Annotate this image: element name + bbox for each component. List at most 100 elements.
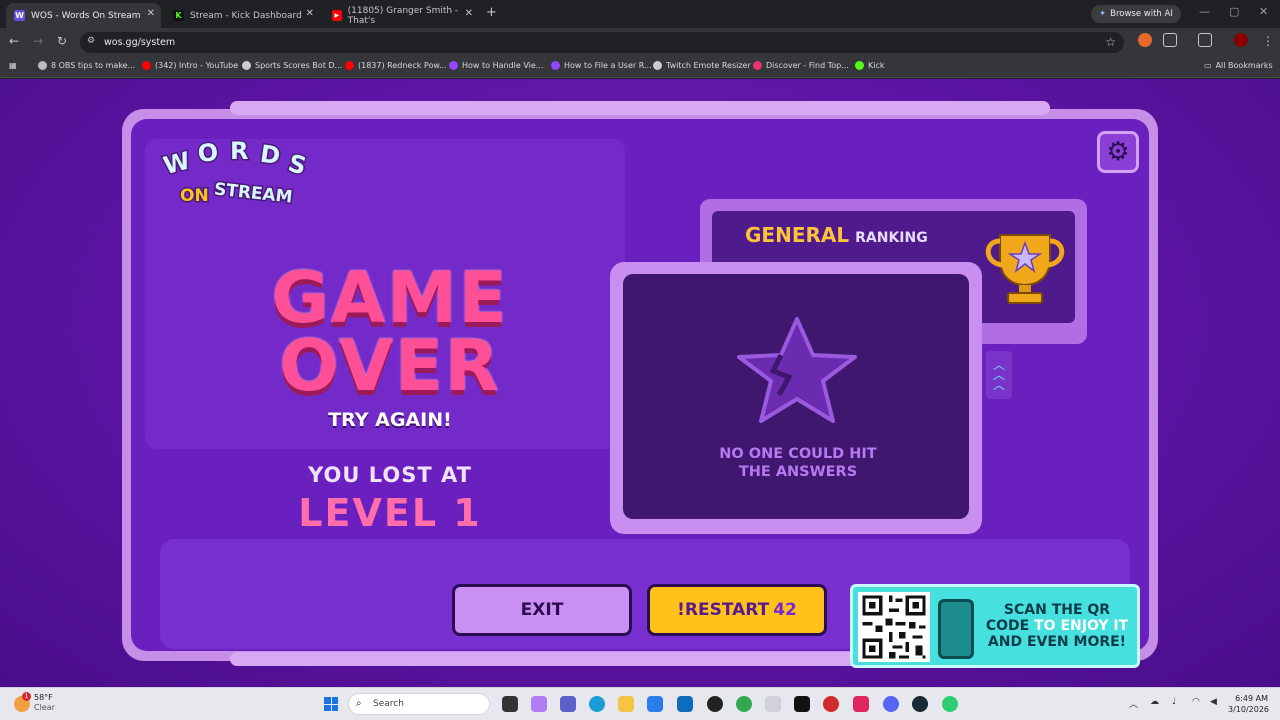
search-icon: ⌕ [356,698,362,709]
app-icon[interactable] [942,696,958,712]
try-again-text: TRY AGAIN! [328,409,452,431]
bookmark-item[interactable]: Kick [855,61,885,70]
forward-icon[interactable]: → [33,34,43,48]
minimize-icon[interactable]: — [1199,5,1210,18]
apps-grid-icon[interactable]: ▦ [9,61,17,70]
youtube-icon [345,61,354,70]
extension-icon[interactable] [1138,33,1152,47]
wifi-icon[interactable]: ◠ [1192,697,1200,707]
start-button[interactable] [324,697,338,711]
qr-line2: CODE TO ENJOY IT [978,618,1136,634]
bookmark-label: (342) Intro - YouTube [155,61,239,70]
all-bookmarks[interactable]: ▭ All Bookmarks [1204,61,1273,70]
reload-icon[interactable]: ↻ [57,34,67,48]
outlook-icon[interactable] [677,696,693,712]
new-tab-icon[interactable]: + [486,5,497,20]
close-tab-icon[interactable]: ✕ [465,8,473,19]
taskbar-search[interactable]: ⌕ Search [348,693,490,715]
expand-chevrons-icon[interactable]: ︿ ︿ ︿ [986,351,1012,399]
clock-date: 3/10/2026 [1228,705,1270,714]
teams-icon[interactable] [560,696,576,712]
kick-icon [855,61,864,70]
sparkle-icon: ✦ [1099,9,1107,19]
bookmark-item[interactable]: Twitch Emote Resizer [653,61,751,70]
chevron-up-icon[interactable]: ︿ [1129,697,1138,710]
settings-button[interactable]: ⚙ [1097,131,1139,173]
chrome-icon[interactable] [736,696,752,712]
edge-icon[interactable] [589,696,605,712]
twitch-icon [449,61,458,70]
site-info-icon[interactable]: ⚙ [87,36,95,46]
bookmark-label: Discover - Find Top... [766,61,849,70]
no-answers-line2: THE ANSWERS [738,464,858,480]
weather-badge: 1 [22,692,31,701]
weather-widget[interactable]: 1 58°F Clear [14,692,55,713]
browse-with-ai-button[interactable]: ✦ Browse with AI [1091,5,1181,23]
svg-text:O: O [196,138,219,168]
taskbar-clock[interactable]: 6:49 AM 3/10/2026 [1228,693,1270,715]
close-tab-icon[interactable]: ✕ [147,8,155,19]
file-explorer-icon[interactable] [618,696,634,712]
back-icon[interactable]: ← [9,34,19,48]
task-view-icon[interactable] [502,696,518,712]
bookmark-star-icon[interactable]: ☆ [1105,35,1116,49]
discord-icon[interactable] [883,696,899,712]
phone-icon [938,599,974,659]
extensions-puzzle-icon[interactable] [1163,33,1177,47]
address-bar[interactable]: ⚙ wos.gg/system ☆ [80,32,1124,53]
tab-wos[interactable]: W WOS - Words On Stream ✕ [6,3,161,28]
close-window-icon[interactable]: ✕ [1259,5,1268,18]
app-icon[interactable] [794,696,810,712]
app-icon[interactable] [853,696,869,712]
bookmark-item[interactable]: Discover - Find Top... [753,61,849,70]
close-tab-icon[interactable]: ✕ [306,8,314,19]
qr-line2-dark: CODE [985,618,1030,634]
bookmark-item[interactable]: (342) Intro - YouTube [142,61,238,70]
ranking-title: GENERAL RANKING [745,223,928,247]
copilot-icon[interactable] [531,696,547,712]
qr-promo-text: SCAN THE QR CODE TO ENJOY IT AND EVEN MO… [978,602,1136,650]
bookmark-item[interactable]: Sports Scores Bot D... [242,61,342,70]
steam-icon[interactable] [912,696,928,712]
windows-taskbar: 1 58°F Clear ⌕ Search ︿ ☁ ♩ ◠ ◀ 6:49 AM … [0,687,1280,720]
qr-line2-light: TO ENJOY IT [1034,618,1129,634]
restart-button[interactable]: !RESTART 42 [647,584,827,636]
bookmark-item[interactable]: How to Handle Vie... [449,61,543,70]
youtube-icon [142,61,151,70]
game-over-line2: OVER [279,325,501,407]
bookmark-label: Twitch Emote Resizer [666,61,751,70]
globe-icon [242,61,251,70]
level-text: LEVEL 1 [298,491,482,535]
app-icon[interactable] [823,696,839,712]
tab-search-icon[interactable] [1198,33,1212,47]
all-bookmarks-label: All Bookmarks [1215,61,1273,70]
frame-top-bar [230,101,1050,115]
bookmark-item[interactable]: How to File a User R... [551,61,652,70]
store-icon[interactable] [647,696,663,712]
bookmark-item[interactable]: (1837) Redneck Pow... [345,61,447,70]
volume-icon[interactable]: ◀ [1210,697,1217,707]
no-answers-text: NO ONE COULD HIT THE ANSWERS [680,445,916,481]
wos-favicon: W [14,10,25,21]
profile-avatar[interactable] [1234,33,1248,47]
words-on-stream-logo: W O R D S ON STREAM [159,136,311,210]
svg-text:R: R [230,137,248,165]
cloud-icon[interactable]: ☁ [1150,697,1159,707]
weather-condition: Clear [34,703,55,712]
app-icon[interactable] [765,696,781,712]
microphone-icon[interactable]: ♩ [1172,697,1176,707]
tab-kick-dashboard[interactable]: K Stream - Kick Dashboard ✕ [165,3,320,28]
restore-icon[interactable]: ▢ [1229,5,1239,18]
menu-icon[interactable]: ⋮ [1262,34,1274,48]
twitch-icon [551,61,560,70]
kick-favicon: K [173,10,184,21]
tab-youtube[interactable]: ▶ (11805) Granger Smith - That's ✕ [324,3,479,28]
qr-code [858,592,930,662]
exit-button[interactable]: EXIT [452,584,632,636]
bookmark-label: Sports Scores Bot D... [255,61,343,70]
tab-title: Stream - Kick Dashboard [190,10,302,21]
obs-icon[interactable] [707,696,723,712]
bookmark-item[interactable]: 8 OBS tips to make... [38,61,135,70]
tab-title: (11805) Granger Smith - That's [347,5,459,26]
clock-time: 6:49 AM [1235,694,1268,703]
